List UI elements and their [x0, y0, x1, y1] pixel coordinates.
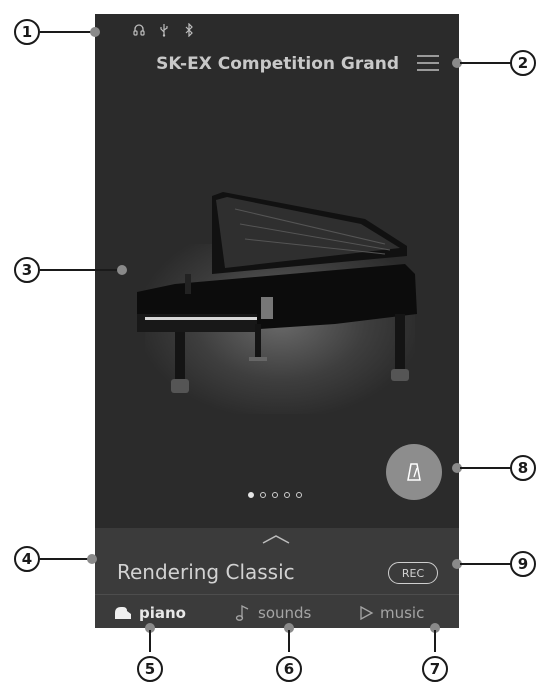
usb-icon	[160, 24, 168, 37]
page-dot[interactable]	[272, 492, 278, 498]
callout-1: 1	[14, 19, 40, 45]
callout-4: 4	[14, 546, 40, 572]
bluetooth-icon	[185, 23, 193, 37]
tab-music[interactable]: music	[358, 604, 424, 622]
callout-line-4	[40, 558, 92, 560]
page-dot[interactable]	[284, 492, 290, 498]
rec-label: REC	[401, 566, 425, 580]
callout-6: 6	[276, 656, 302, 682]
status-bar	[133, 22, 195, 38]
carousel-page-indicator	[248, 492, 302, 498]
play-icon	[360, 605, 374, 621]
callout-line-9	[460, 563, 512, 565]
callout-line-8	[460, 467, 512, 469]
callout-3: 3	[14, 257, 40, 283]
page-dot[interactable]	[260, 492, 266, 498]
sound-title: SK-EX Competition Grand	[156, 54, 399, 74]
callout-dot-1	[90, 27, 100, 37]
callout-dot-4	[87, 554, 97, 564]
tab-label: sounds	[258, 604, 312, 622]
metronome-button[interactable]	[386, 444, 442, 500]
callout-line-3	[40, 269, 120, 271]
callout-line-7	[434, 630, 436, 652]
callout-line-2	[460, 62, 512, 64]
callout-2: 2	[510, 50, 536, 76]
callout-line-6	[288, 630, 290, 652]
hamburger-menu-icon[interactable]	[417, 54, 439, 72]
tab-sounds[interactable]: sounds	[234, 604, 311, 622]
piano-icon	[115, 607, 131, 619]
rendering-label[interactable]: Rendering Classic	[117, 560, 295, 584]
music-note-icon	[235, 604, 249, 621]
bottom-panel: Rendering Classic REC piano sounds music	[95, 528, 459, 628]
callout-dot-3	[117, 265, 127, 275]
page-dot[interactable]	[248, 492, 254, 498]
callout-8: 8	[510, 455, 536, 481]
callout-5: 5	[137, 656, 163, 682]
callout-line-1	[40, 31, 93, 33]
tab-label: music	[380, 604, 425, 622]
callout-7: 7	[422, 656, 448, 682]
headphones-icon	[133, 24, 145, 36]
piano-image[interactable]	[115, 164, 445, 434]
page-dot[interactable]	[296, 492, 302, 498]
app-screen: SK-EX Competition Grand Rendering Classi…	[95, 14, 459, 628]
chevron-up-icon[interactable]	[261, 534, 291, 544]
callout-9: 9	[510, 551, 536, 577]
callout-line-5	[149, 630, 151, 652]
rec-button[interactable]: REC	[388, 562, 438, 584]
tab-label: piano	[139, 604, 186, 622]
grand-piano-illustration	[137, 192, 417, 393]
metronome-icon	[407, 463, 421, 481]
tab-piano[interactable]: piano	[113, 604, 186, 622]
